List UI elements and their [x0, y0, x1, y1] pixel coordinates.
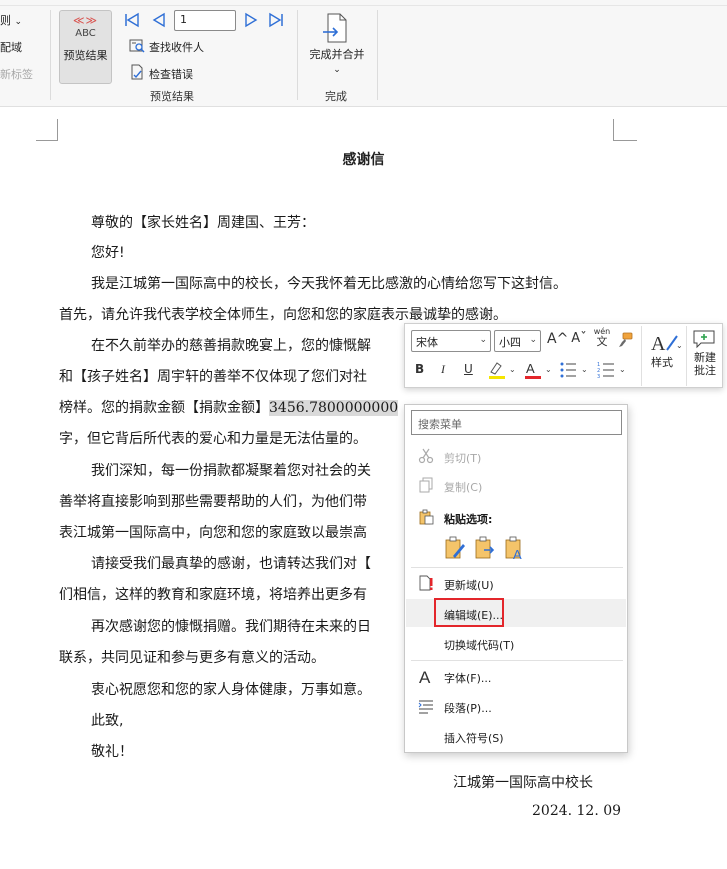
body-line: 表江城第一国际高中，向您和您的家庭致以最崇高	[59, 525, 367, 541]
svg-text:A: A	[513, 547, 522, 560]
cut-menu-item[interactable]: 剪切(T)	[406, 442, 626, 470]
ribbon-separator	[50, 10, 51, 100]
salutation-line: 尊敬的【家长姓名】周建国、王芳：	[91, 215, 315, 231]
last-record-icon[interactable]	[268, 12, 284, 28]
font-name-select[interactable]: 宋体 ⌄	[411, 330, 491, 352]
edit-field-highlight-box	[434, 598, 504, 627]
page-corner-mark	[36, 119, 58, 141]
body-line: 在不久前举办的慈善捐款晚宴上，您的慷慨解	[91, 338, 371, 354]
numbering-icon[interactable]: 1 2 3 ⌄	[597, 360, 627, 380]
body-line: 榜样。您的捐款金额【捐款金额】3456.7800000000	[59, 400, 399, 416]
previous-record-icon[interactable]	[151, 12, 167, 28]
mini-toolbar: 宋体 ⌄ 小四 ⌄ A^ Aˇ wén 文 B I U ⌄ A ⌄ ⌄ 1 2 3 ⌄…	[404, 323, 723, 388]
paste-keep-formatting-icon[interactable]	[444, 536, 466, 560]
underline-button[interactable]: U	[464, 362, 473, 376]
greeting-line: 您好!	[91, 245, 125, 261]
bold-button[interactable]: B	[415, 362, 424, 376]
ribbon: 则 ⌄ 配域 新标签 ≪≫ ABC 预览结果 1 查找收件人 检查错误 预览结果	[0, 0, 727, 107]
date-line: 2024. 12. 09	[532, 803, 622, 819]
find-recipient-button[interactable]: 查找收件人	[149, 39, 204, 55]
update-field-menu-item[interactable]: 更新域(U)	[406, 569, 626, 597]
finish-merge-button[interactable]: 完成并合并 ⌄	[306, 46, 368, 75]
closing-line: 敬礼！	[91, 744, 133, 760]
check-errors-button[interactable]: 检查错误	[149, 66, 193, 82]
preview-results-button[interactable]: ≪≫ ABC 预览结果	[59, 10, 112, 84]
paste-merge-formatting-icon[interactable]	[474, 536, 496, 560]
preview-results-group-label: 预览结果	[150, 90, 194, 103]
body-line: 首先，请允许我代表学校全体师生，向您和您的家庭表示最诚挚的感谢。	[59, 307, 507, 323]
match-fields-button[interactable]: 配域	[0, 39, 22, 55]
body-line: 善举将直接影响到那些需要帮助的人们，为他们带	[59, 494, 367, 510]
paste-text-only-icon[interactable]: A	[504, 536, 526, 560]
body-line: 和【孩子姓名】周宇轩的善举不仅体现了您们对社	[59, 369, 367, 385]
svg-text:⌄: ⌄	[619, 365, 626, 374]
svg-text:⌄: ⌄	[509, 365, 516, 374]
page-corner-mark	[613, 119, 637, 141]
abc-preview-icon: ≪≫ ABC	[72, 14, 99, 40]
scissors-icon	[418, 448, 434, 464]
styles-label: 样式	[651, 356, 673, 369]
phonetic-guide-button[interactable]: wén 文	[593, 327, 611, 348]
svg-text:A: A	[419, 668, 431, 684]
copy-icon	[419, 477, 433, 493]
insert-symbol-menu-item[interactable]: 插入符号(S)	[406, 722, 626, 750]
update-field-icon	[419, 575, 433, 591]
preview-results-label: 预览结果	[63, 49, 108, 62]
new-comment-button[interactable]: 新建 批注	[687, 351, 723, 377]
check-errors-icon	[131, 64, 143, 80]
finish-group-label: 完成	[325, 90, 347, 103]
signature-line: 江城第一国际高中校长	[453, 775, 593, 791]
body-line: 我是江城第一国际高中的校长，今天我怀着无比感激的心情给您写下这封信。	[91, 276, 567, 292]
search-menu-input[interactable]: 搜索菜单	[411, 410, 622, 435]
donation-amount-field[interactable]: 3456.7800000000	[269, 400, 399, 416]
body-line: 请接受我们最真挚的感谢，也请转达我们对【	[91, 556, 371, 572]
menu-separator	[411, 660, 623, 661]
body-line: 我们深知，每一份捐款都凝聚着您对社会的关	[91, 463, 371, 479]
format-painter-icon[interactable]	[617, 332, 633, 348]
paragraph-menu-item[interactable]: 段落(P)...	[406, 692, 626, 720]
new-comment-icon[interactable]	[692, 329, 716, 349]
context-menu: 搜索菜单 剪切(T) 复制(C) 粘贴选项: A 更新域(U) 编辑域(E)..…	[404, 404, 628, 753]
font-icon: A	[419, 668, 431, 684]
find-recipient-icon	[129, 39, 145, 53]
clipboard-icon	[419, 509, 434, 525]
body-line: 衷心祝愿您和您的家人身体健康，万事如意。	[91, 682, 371, 698]
mini-toolbar-separator	[641, 326, 642, 386]
closing-line: 此致,	[91, 713, 124, 729]
ribbon-separator	[377, 10, 378, 100]
font-color-icon[interactable]: A ⌄	[523, 360, 553, 380]
svg-text:A: A	[526, 361, 535, 376]
body-line: 联系，共同见证和参与更多有意义的活动。	[59, 650, 325, 666]
update-labels-button[interactable]: 新标签	[0, 66, 33, 82]
svg-text:⌄: ⌄	[545, 365, 552, 374]
toggle-field-codes-menu-item[interactable]: 切换域代码(T)	[406, 629, 626, 657]
paste-options-header: 粘贴选项:	[406, 503, 626, 531]
finish-merge-icon	[323, 13, 347, 43]
first-record-icon[interactable]	[124, 12, 140, 28]
font-menu-item[interactable]: A 字体(F)...	[406, 662, 626, 690]
svg-text:3: 3	[597, 374, 600, 380]
svg-text:⌄: ⌄	[581, 365, 588, 374]
font-size-select[interactable]: 小四 ⌄	[494, 330, 541, 352]
letter-title: 感谢信	[342, 152, 385, 168]
next-record-icon[interactable]	[243, 12, 259, 28]
body-line: 再次感谢您的慷慨捐赠。我们期待在未来的日	[91, 619, 371, 635]
grow-font-button[interactable]: A^	[547, 331, 568, 347]
ribbon-separator	[297, 10, 298, 100]
shrink-font-button[interactable]: Aˇ	[570, 331, 588, 346]
svg-text:A: A	[651, 333, 666, 354]
styles-icon[interactable]: A ⌄	[649, 330, 683, 354]
bullets-icon[interactable]: ⌄	[559, 360, 589, 380]
svg-text:⌄: ⌄	[676, 341, 683, 350]
body-line: 们相信，这样的教育和家庭环境，将培养出更多有	[59, 587, 367, 603]
body-line: 字，但它背后所代表的爱心和力量是无法估量的。	[59, 431, 367, 447]
rules-button[interactable]: 则 ⌄	[0, 12, 22, 28]
copy-menu-item[interactable]: 复制(C)	[406, 471, 626, 499]
record-number-input[interactable]: 1	[174, 10, 236, 31]
italic-button[interactable]: I	[441, 362, 445, 377]
paragraph-icon	[418, 700, 433, 714]
menu-separator	[411, 567, 623, 568]
highlight-color-icon[interactable]: ⌄	[487, 360, 517, 380]
ribbon-top-strip	[0, 0, 727, 6]
